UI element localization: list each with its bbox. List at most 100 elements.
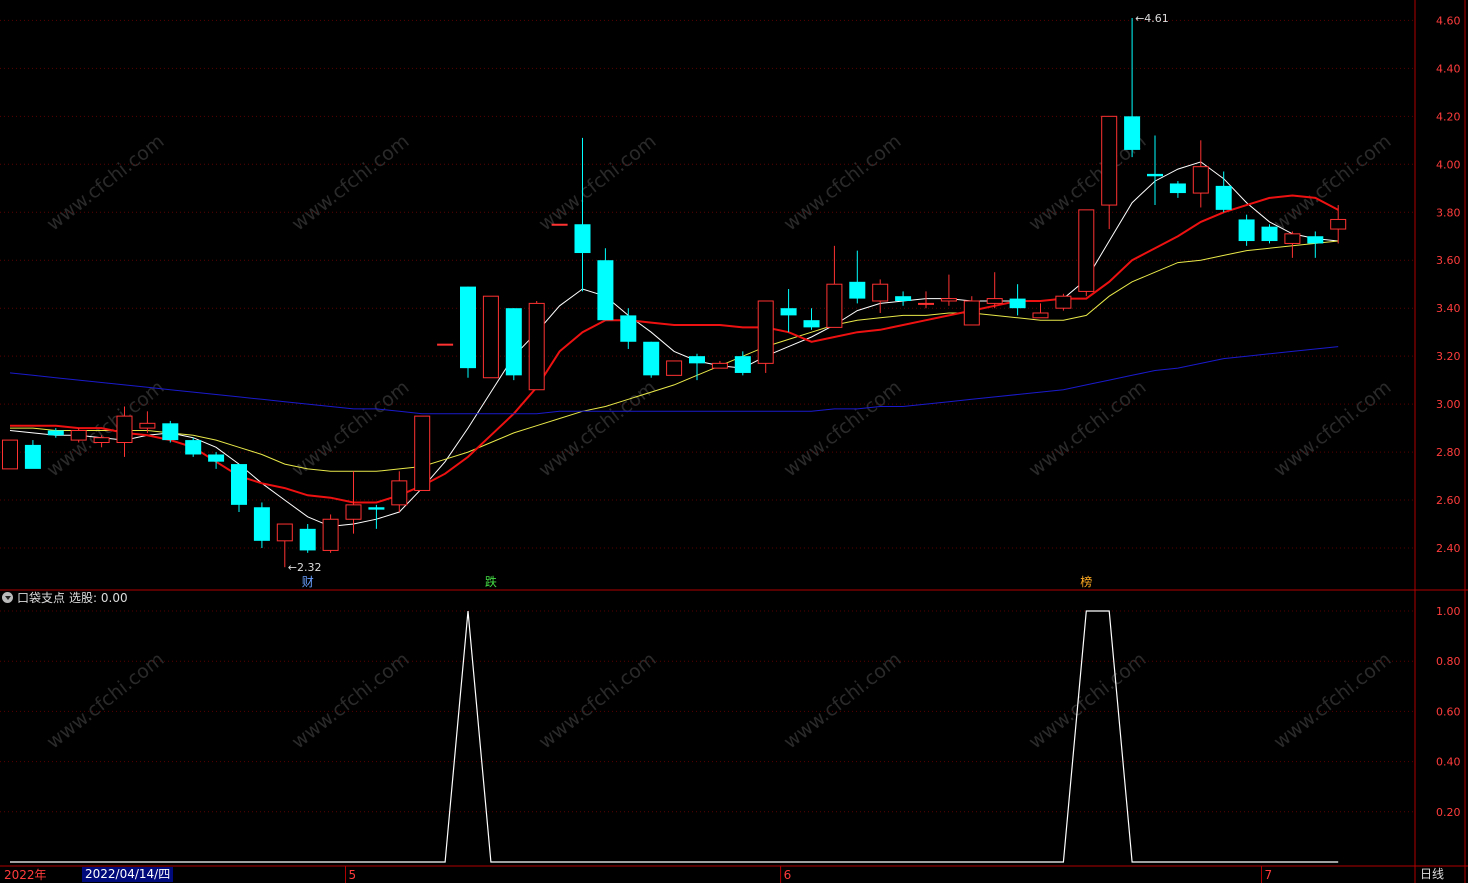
candle-body (666, 360, 683, 376)
watermark-text: www.cfchi.com (288, 130, 414, 235)
candle-body (1032, 312, 1049, 319)
candle-body (528, 302, 545, 391)
indicator-line (10, 610, 1339, 863)
candle-body (1261, 226, 1278, 242)
y-tick-label: 2.60 (1436, 494, 1461, 507)
cursor-date: 2022/04/14/四 (82, 867, 174, 882)
candle-body (711, 362, 728, 369)
watermark-text: www.cfchi.com (780, 648, 906, 753)
candle-body (803, 320, 820, 328)
candle-body (1078, 209, 1095, 292)
indicator-name[interactable]: 口袋支点 (17, 589, 65, 606)
y-tick-label: 3.60 (1436, 254, 1461, 267)
candle-body (116, 415, 133, 443)
y-tick-label: 4.00 (1436, 158, 1461, 171)
candle-body (918, 302, 934, 305)
y-tick-label: 3.80 (1436, 206, 1461, 219)
y-tick-label: 3.20 (1436, 350, 1461, 363)
candle-body (643, 341, 660, 376)
x-month-label: 5 (349, 868, 357, 882)
candle-body (689, 356, 705, 364)
candle-body (1009, 298, 1026, 309)
candle-body (482, 295, 499, 379)
indicator-header: 口袋支点 选股: 0.00 (2, 589, 128, 605)
y-tick-label: 0.80 (1436, 655, 1461, 668)
candle-body (24, 444, 41, 469)
candle-body (620, 315, 637, 342)
watermark-text: www.cfchi.com (1025, 648, 1151, 753)
candle-body (505, 308, 522, 376)
x-month-label: 6 (784, 868, 792, 882)
axis-labels: ←4.61 ←2.32财 跌 榜 2.40 2.60 2.80 3.00 3.20 3.40 3.6… (4, 12, 1461, 883)
candle-body (185, 440, 202, 455)
watermark-text: www.cfchi.com (535, 130, 661, 235)
candle-body (47, 430, 64, 436)
period-label[interactable]: 日线 (1420, 867, 1444, 882)
candle-body (1192, 166, 1209, 194)
moving-average-lines (9, 161, 1339, 527)
y-tick-label: 0.40 (1436, 756, 1461, 769)
candle-body (231, 464, 247, 505)
candle-body (757, 300, 774, 364)
y-tick-label: 0.60 (1436, 705, 1461, 718)
candle-body (322, 518, 339, 551)
candle-body (253, 507, 270, 541)
y-tick-label: 0.20 (1436, 806, 1461, 819)
y-tick-label: 2.80 (1436, 446, 1461, 459)
candle-body (780, 308, 797, 316)
y-tick-label: 1.00 (1436, 605, 1461, 618)
candle-body (574, 224, 591, 254)
candle-body (162, 423, 179, 441)
stock-chart[interactable]: www.cfchi.com www.cfchi.com www.cfchi.com w… (0, 0, 1468, 883)
extreme-price-label: ←4.61 (1135, 12, 1169, 25)
x-year-label: 2022年 (4, 868, 47, 882)
ma-line-1 (9, 161, 1339, 527)
event-marker: 榜 (1080, 574, 1092, 589)
candle-body (345, 504, 362, 520)
candle-body (551, 223, 568, 226)
y-tick-label: 3.40 (1436, 302, 1461, 315)
x-month-label: 7 (1265, 868, 1273, 882)
candle-body (963, 300, 980, 326)
candle-body (1330, 218, 1347, 230)
candle-body (139, 422, 156, 429)
candle-body (2, 439, 18, 470)
grid (0, 19, 1415, 813)
candle-body (414, 415, 431, 491)
candle-body (93, 437, 110, 443)
candle-body (940, 298, 957, 302)
candle-body (70, 430, 87, 441)
candle-body (1215, 185, 1232, 210)
candle-body (368, 507, 385, 510)
candle-body (276, 523, 293, 542)
watermark-text: www.cfchi.com (288, 648, 414, 753)
y-tick-label: 2.40 (1436, 542, 1461, 555)
candle-body (437, 343, 454, 346)
candle-body (826, 283, 843, 328)
watermark-text: www.cfchi.com (43, 130, 169, 235)
watermark-text: www.cfchi.com (780, 376, 906, 481)
candle-body (1124, 116, 1141, 150)
indicator-plot (10, 610, 1339, 863)
watermark-text: www.cfchi.com (288, 376, 414, 481)
candle-body (849, 281, 866, 299)
watermark-text: www.cfchi.com (535, 376, 661, 481)
watermark-text: www.cfchi.com (535, 648, 661, 753)
indicator-value: 选股: 0.00 (69, 590, 128, 605)
y-tick-label: 4.60 (1436, 14, 1461, 27)
y-tick-label: 3.00 (1436, 398, 1461, 411)
watermark-text: www.cfchi.com (780, 130, 906, 235)
event-marker: 财 (302, 575, 314, 589)
candle-body (1055, 295, 1072, 309)
candle-body (1101, 115, 1118, 206)
y-tick-label: 4.40 (1436, 62, 1461, 75)
candle-body (597, 260, 614, 321)
candle-body (208, 454, 225, 462)
candle-body (895, 296, 912, 301)
watermark-text: www.cfchi.com (1270, 376, 1396, 481)
event-marker: 跌 (485, 574, 497, 589)
watermark-text: www.cfchi.com (1270, 648, 1396, 753)
candle-body (1238, 219, 1255, 242)
candle-body (391, 480, 408, 506)
indicator-collapse-icon[interactable] (2, 591, 13, 603)
